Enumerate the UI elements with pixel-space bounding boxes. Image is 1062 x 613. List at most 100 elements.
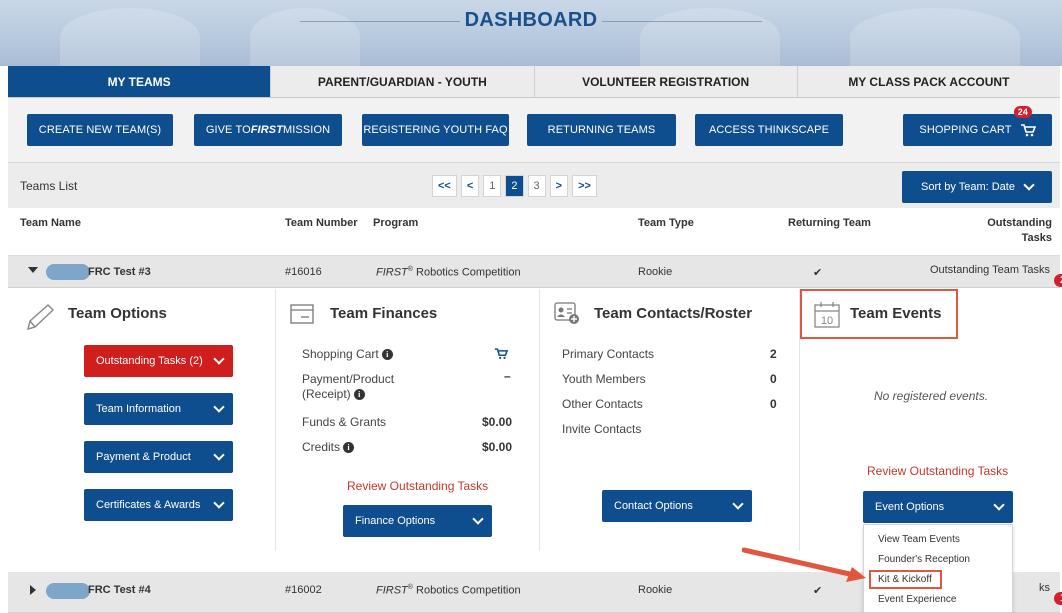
teams-list-label: Teams List bbox=[20, 179, 78, 193]
youth-members-value: 0 bbox=[770, 372, 777, 386]
col-team-number: Team Number bbox=[285, 217, 358, 229]
access-thinkscape-button[interactable]: ACCESS THINKSCAPE bbox=[695, 114, 843, 146]
cart-icon[interactable] bbox=[494, 347, 508, 360]
program-rest: Robotics Competition bbox=[412, 266, 521, 279]
annotation-arrow-icon bbox=[742, 547, 866, 582]
chevron-down-icon bbox=[213, 449, 225, 461]
info-icon[interactable]: i bbox=[353, 389, 365, 401]
registering-youth-faq-button[interactable]: REGISTERING YOUTH FAQ bbox=[362, 114, 509, 146]
finances-cart-label: Shopping Cart bbox=[302, 347, 379, 361]
page-last-button[interactable]: >> bbox=[572, 175, 597, 197]
outstanding-tasks-label: Outstanding Team Tasks bbox=[929, 264, 1050, 276]
chevron-down-icon bbox=[732, 498, 744, 510]
team-finances-title: Team Finances bbox=[330, 305, 438, 322]
page-next-button[interactable]: > bbox=[549, 175, 569, 197]
table-row[interactable]: FRC Test #3 #16016 FIRST® Robotics Compe… bbox=[8, 256, 1062, 288]
col-outstanding-tasks-line2: Tasks bbox=[1021, 232, 1052, 244]
payment-product-line1: Payment/Product bbox=[302, 372, 395, 386]
outstanding-team-tasks-link[interactable]: Outstanding Team Tasks 2 bbox=[929, 264, 1062, 287]
team-name: FRC Test #3 bbox=[88, 266, 151, 278]
funds-grants-label: Funds & Grants bbox=[302, 415, 387, 429]
returning-teams-button[interactable]: RETURNING TEAMS bbox=[527, 114, 676, 146]
outstanding-tasks-label: ks bbox=[1039, 582, 1050, 594]
outstanding-tasks-button[interactable]: Outstanding Tasks (2) bbox=[84, 345, 233, 377]
finance-options-button[interactable]: Finance Options bbox=[343, 505, 492, 537]
page-2-button[interactable]: 2 bbox=[505, 175, 524, 197]
page-3-button[interactable]: 3 bbox=[527, 175, 546, 197]
menu-item-founders-reception[interactable]: Founder's Reception bbox=[878, 554, 970, 565]
program-rest: Robotics Competition bbox=[412, 584, 521, 597]
page-1-button[interactable]: 1 bbox=[483, 175, 502, 197]
outstanding-team-tasks-link[interactable]: ks 1 bbox=[1039, 582, 1062, 605]
give-suffix: MISSION bbox=[283, 124, 331, 136]
give-to-first-mission-button[interactable]: GIVE TO FIRST MISSION bbox=[194, 114, 342, 146]
tab-parent-guardian-youth[interactable]: PARENT/GUARDIAN - YOUTH bbox=[270, 66, 534, 97]
chevron-down-icon bbox=[213, 497, 225, 509]
team-finances-panel: Team Finances Shopping Cart i Payment/Pro… bbox=[276, 289, 540, 551]
cart-icon bbox=[1020, 124, 1036, 137]
sort-by-team-dropdown[interactable]: Sort by Team: Date bbox=[902, 171, 1052, 203]
shopping-cart-label: SHOPPING CART bbox=[919, 124, 1012, 136]
table-header: Team Name Team Number Program Team Type … bbox=[8, 208, 1060, 256]
tab-volunteer-registration[interactable]: VOLUNTEER REGISTRATION bbox=[533, 66, 797, 97]
col-team-name: Team Name bbox=[20, 217, 81, 229]
pencil-icon bbox=[27, 304, 55, 331]
team-information-button[interactable]: Team Information bbox=[84, 393, 233, 425]
tab-my-class-pack-account[interactable]: MY CLASS PACK ACCOUNT bbox=[796, 66, 1060, 97]
col-team-type: Team Type bbox=[638, 217, 694, 229]
shopping-cart-button[interactable]: SHOPPING CART 24 bbox=[903, 106, 1052, 146]
payment-product-value: – bbox=[504, 369, 511, 383]
team-type: Rookie bbox=[638, 584, 673, 596]
chevron-down-icon bbox=[213, 353, 225, 365]
menu-item-view-team-events[interactable]: View Team Events bbox=[878, 534, 960, 545]
credits-row: Credits i bbox=[302, 440, 355, 454]
other-contacts-link[interactable]: Other Contacts bbox=[562, 397, 643, 411]
chevron-down-icon bbox=[1023, 179, 1035, 191]
info-icon[interactable]: i bbox=[381, 349, 393, 361]
team-number: #16016 bbox=[285, 266, 322, 278]
dashboard-banner: DASHBOARD bbox=[0, 0, 1062, 66]
col-outstanding-tasks-line1: Outstanding bbox=[987, 217, 1052, 229]
create-new-team-button[interactable]: CREATE NEW TEAM(S) bbox=[27, 114, 173, 146]
youth-members-link[interactable]: Youth Members bbox=[562, 372, 646, 386]
program-first: FIRST bbox=[376, 584, 408, 597]
info-icon[interactable]: i bbox=[343, 442, 355, 454]
finance-options-label: Finance Options bbox=[355, 515, 436, 527]
collapse-caret-icon[interactable] bbox=[28, 267, 38, 273]
event-options-button[interactable]: Event Options bbox=[863, 491, 1013, 523]
funds-grants-value: $0.00 bbox=[482, 415, 513, 429]
col-outstanding-tasks: Outstanding Tasks bbox=[987, 217, 1052, 244]
cart-count-badge: 24 bbox=[1013, 106, 1032, 118]
team-program: FIRST® Robotics Competition bbox=[376, 584, 521, 597]
teams-list-bar: Teams List << < 1 2 3 > >> Sort by Team:… bbox=[8, 162, 1060, 208]
menu-item-event-experience[interactable]: Event Experience bbox=[878, 594, 956, 605]
primary-contacts-value: 2 bbox=[770, 347, 777, 361]
events-review-outstanding-tasks-link[interactable]: Review Outstanding Tasks bbox=[867, 464, 1008, 478]
col-program: Program bbox=[373, 217, 419, 229]
other-contacts-value: 0 bbox=[770, 397, 777, 411]
team-information-label: Team Information bbox=[96, 403, 181, 415]
team-options-panel: Team Options Outstanding Tasks (2) Team … bbox=[8, 289, 276, 551]
team-contacts-panel: Team Contacts/Roster Primary Contacts 2 … bbox=[540, 289, 800, 551]
give-prefix: GIVE TO bbox=[205, 124, 251, 136]
receipt-icon bbox=[290, 304, 314, 324]
expand-caret-icon[interactable] bbox=[30, 585, 36, 595]
primary-contacts-link[interactable]: Primary Contacts bbox=[562, 347, 654, 361]
tab-my-teams[interactable]: MY TEAMS bbox=[8, 66, 271, 97]
page-first-button[interactable]: << bbox=[432, 175, 457, 197]
page-prev-button[interactable]: < bbox=[460, 175, 480, 197]
team-type: Rookie bbox=[638, 266, 673, 278]
payment-product-button[interactable]: Payment & Product bbox=[84, 441, 233, 473]
pagination: << < 1 2 3 > >> bbox=[432, 175, 597, 197]
tasks-count-badge: 2 bbox=[1054, 274, 1062, 287]
payment-product-line2[interactable]: (Receipt) i bbox=[302, 387, 365, 401]
contact-options-button[interactable]: Contact Options bbox=[602, 490, 752, 522]
review-outstanding-tasks-link[interactable]: Review Outstanding Tasks bbox=[347, 479, 488, 493]
certificates-awards-button[interactable]: Certificates & Awards bbox=[84, 489, 233, 521]
contact-options-label: Contact Options bbox=[614, 500, 693, 512]
shopping-cart-row[interactable]: Shopping Cart i bbox=[302, 347, 393, 361]
kit-kickoff-highlight bbox=[869, 570, 942, 589]
certificates-awards-label: Certificates & Awards bbox=[96, 499, 201, 511]
team-program: FIRST® Robotics Competition bbox=[376, 266, 521, 279]
invite-contacts-link[interactable]: Invite Contacts bbox=[562, 422, 641, 436]
